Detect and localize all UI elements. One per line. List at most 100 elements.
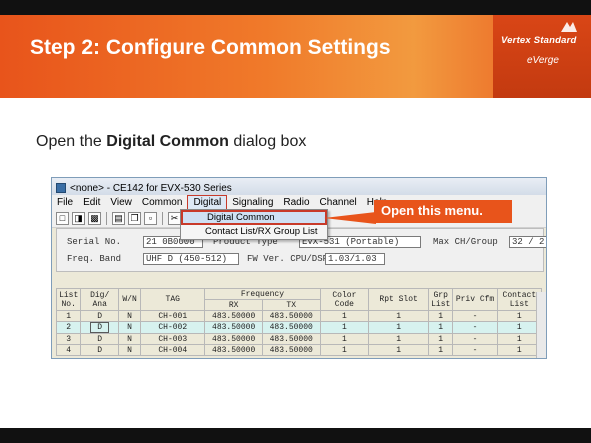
serial-label: Serial No. [67,237,122,247]
col-dig-ana[interactable]: Dig/ Ana [80,288,119,311]
brand-name: Vertex Standard [501,35,577,46]
table-header-row: List No. Dig/ Ana W/N TAG Frequency Colo… [55,288,543,311]
band-label: Freq. Band [67,254,122,264]
cell-cc[interactable]: 1 [319,310,370,322]
copy-icon[interactable]: ❐ [128,212,141,225]
menu-radio[interactable]: Radio [278,195,314,210]
cell-slot[interactable]: 1 [368,321,430,334]
menu-signaling[interactable]: Signaling [227,195,278,210]
cell-tx[interactable]: 483.50000 [261,321,321,334]
cell-rx[interactable]: 483.50000 [204,333,263,345]
slide-title: Step 2: Configure Common Settings [30,36,391,59]
cell-grp[interactable]: 1 [428,310,454,322]
print-icon[interactable]: ▤ [112,212,125,225]
cell-grp[interactable]: 1 [428,333,454,345]
cell-tag[interactable]: CH-004 [140,344,206,356]
cell-contact[interactable]: 1 [496,321,543,334]
cell-cc[interactable]: 1 [319,321,370,334]
digital-menu-dropdown: Digital Common Contact List/RX Group Lis… [180,209,328,240]
cell-grp[interactable]: 1 [428,321,454,334]
table-row[interactable]: 4 D N CH-004 483.50000 483.50000 1 1 1 -… [55,344,543,356]
menu-item-contact-list[interactable]: Contact List/RX Group List [181,225,327,240]
menu-item-digital-common[interactable]: Digital Common [181,210,327,225]
cell-dig[interactable]: D [80,321,119,334]
col-tx[interactable]: TX [261,299,321,311]
cell-dig[interactable]: D [80,344,119,356]
cell-priv[interactable]: - [452,333,498,345]
cell-rx[interactable]: 483.50000 [204,321,263,334]
col-rpt-slot[interactable]: Rpt Slot [368,288,430,311]
cell-tx[interactable]: 483.50000 [261,310,321,322]
table-row-selected[interactable]: 2 D N CH-002 483.50000 483.50000 1 1 1 -… [55,321,543,334]
instruction-suffix: dialog box [228,133,307,150]
cell-contact[interactable]: 1 [496,333,543,345]
window-titlebar: <none> - CE142 for EVX-530 Series [52,178,546,195]
channel-grid: List No. Dig/ Ana W/N TAG Frequency Colo… [55,288,543,358]
maxch-label: Max CH/Group [433,237,498,247]
cell-priv[interactable]: - [452,310,498,322]
cell-slot[interactable]: 1 [368,310,430,322]
maxch-value: 32 / 2 [509,236,546,248]
col-rx[interactable]: RX [204,299,263,311]
menu-common[interactable]: Common [137,195,188,210]
callout-label: Open this menu. [374,200,512,223]
paste-icon[interactable]: ▫ [144,212,157,225]
col-wn[interactable]: W/N [117,288,142,311]
toolbar-separator [162,212,163,225]
cell-slot[interactable]: 1 [368,344,430,356]
cell-rx[interactable]: 483.50000 [204,310,263,322]
cell-tag[interactable]: CH-001 [140,310,206,322]
menu-view[interactable]: View [105,195,137,210]
cell-dig[interactable]: D [80,310,119,322]
cell-contact[interactable]: 1 [496,344,543,356]
new-file-icon[interactable]: □ [56,212,69,225]
cell-tag[interactable]: CH-003 [140,333,206,345]
cell-no[interactable]: 4 [55,344,82,356]
cell-priv[interactable]: - [452,321,498,334]
cell-slot[interactable]: 1 [368,333,430,345]
table-row[interactable]: 3 D N CH-003 483.50000 483.50000 1 1 1 -… [55,333,543,345]
vertical-scrollbar[interactable] [536,292,546,358]
brand-logo: Vertex Standard eVerge [493,15,591,98]
cell-tx[interactable]: 483.50000 [261,333,321,345]
cell-dig[interactable]: D [80,333,119,345]
cell-priv[interactable]: - [452,344,498,356]
callout-arrow-icon [324,212,376,224]
cell-tag[interactable]: CH-002 [140,321,206,334]
col-color-code[interactable]: Color Code [319,288,370,311]
save-icon[interactable]: ▩ [88,212,101,225]
menu-digital[interactable]: Digital [187,195,228,210]
instruction-bold: Digital Common [106,133,229,150]
table-row[interactable]: 1 D N CH-001 483.50000 483.50000 1 1 1 -… [55,310,543,322]
cell-no[interactable]: 1 [55,310,82,322]
cell-wn[interactable]: N [117,333,142,345]
col-tag[interactable]: TAG [140,288,206,311]
brand-tagline: eVerge [527,55,559,66]
app-window-screenshot: <none> - CE142 for EVX-530 Series File E… [51,177,547,359]
cell-wn[interactable]: N [117,344,142,356]
open-folder-icon[interactable]: ◨ [72,212,85,225]
channel-table: List No. Dig/ Ana W/N TAG Frequency Colo… [55,288,543,356]
cell-wn[interactable]: N [117,310,142,322]
brand-mark-icon [561,22,577,32]
cell-contact[interactable]: 1 [496,310,543,322]
cell-tx[interactable]: 483.50000 [261,344,321,356]
cell-grp[interactable]: 1 [428,344,454,356]
col-contact-list[interactable]: Contact List [496,288,543,311]
instruction-text: Open the Digital Common dialog box [36,133,306,151]
cell-no[interactable]: 2 [55,321,82,334]
menu-file[interactable]: File [52,195,78,210]
cell-rx[interactable]: 483.50000 [204,344,263,356]
col-grp-list[interactable]: Grp List [428,288,454,311]
menu-edit[interactable]: Edit [78,195,105,210]
cell-wn[interactable]: N [117,321,142,334]
col-priv-cfm[interactable]: Priv Cfm [452,288,498,311]
col-list-no[interactable]: List No. [55,288,82,311]
cell-cc[interactable]: 1 [319,333,370,345]
cell-no[interactable]: 3 [55,333,82,345]
fw-label: FW Ver. CPU/DSP [247,254,329,264]
cell-cc[interactable]: 1 [319,344,370,356]
cell-dig-value[interactable]: D [90,322,110,333]
bottom-strip [0,428,591,443]
col-frequency[interactable]: Frequency [204,288,321,300]
